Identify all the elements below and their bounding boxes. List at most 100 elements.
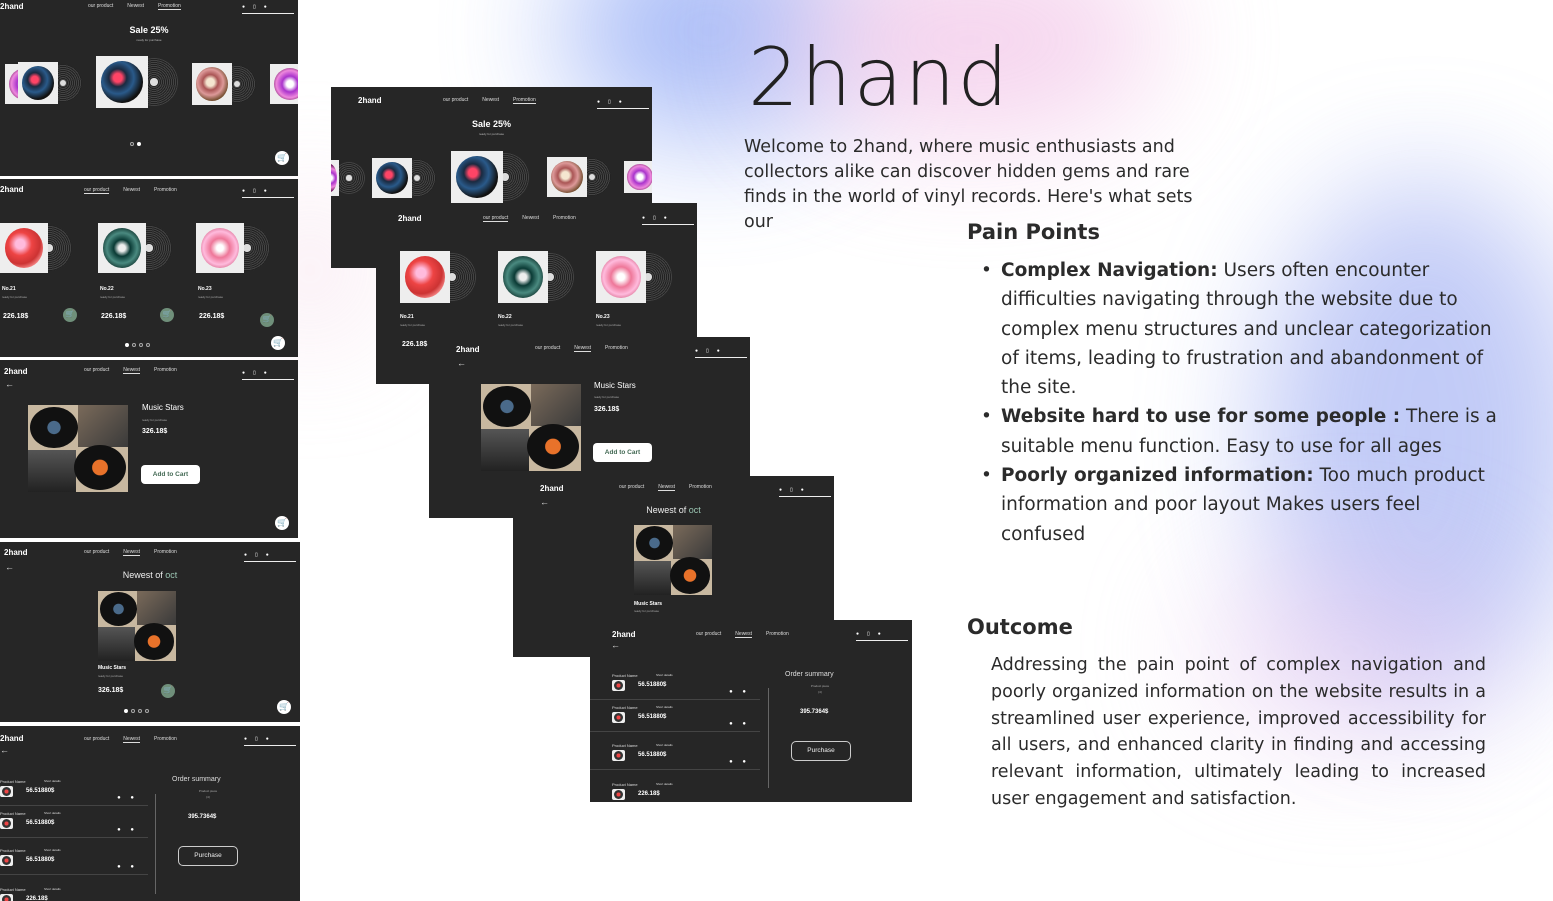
- logo[interactable]: 2hand: [0, 185, 24, 194]
- nav-our-product[interactable]: our product: [483, 215, 509, 222]
- logo[interactable]: 2hand: [0, 2, 24, 11]
- cart-row[interactable]: Product Name Short details 56.51880$ ● ●: [0, 776, 148, 806]
- nav-our-product[interactable]: our product: [84, 736, 109, 743]
- back-arrow-icon[interactable]: ←: [0, 745, 9, 755]
- nav-newest[interactable]: Newest: [127, 3, 144, 10]
- cart-row[interactable]: Product Name Short details 226.18$: [590, 779, 760, 802]
- vinyl-thumb[interactable]: [192, 63, 258, 105]
- settings-icon[interactable]: ●: [664, 215, 667, 221]
- nav-our-product[interactable]: our product: [84, 367, 109, 374]
- nav-promotion[interactable]: Promotion: [689, 484, 712, 491]
- phone-icon[interactable]: ▯: [255, 552, 258, 558]
- cart-row[interactable]: Product Name Short details 226.18$: [0, 884, 148, 901]
- phone-icon[interactable]: ▯: [653, 215, 656, 221]
- nav-newest[interactable]: Newest: [522, 215, 539, 222]
- phone-icon[interactable]: ▯: [255, 736, 258, 742]
- nav-promotion[interactable]: Promotion: [154, 549, 177, 556]
- vinyl-no21[interactable]: [400, 251, 476, 303]
- vinyl-no23[interactable]: [596, 251, 672, 303]
- nav-our-product[interactable]: our product: [84, 549, 109, 556]
- profile-icon[interactable]: ●: [779, 487, 782, 493]
- vinyl-no23[interactable]: [196, 223, 270, 273]
- settings-icon[interactable]: ●: [264, 188, 267, 194]
- nav-our-product[interactable]: our product: [84, 187, 110, 194]
- carousel-dots[interactable]: [130, 142, 141, 146]
- nav-newest[interactable]: Newest: [123, 549, 140, 556]
- add-to-cart-button[interactable]: Add to Cart: [593, 443, 652, 462]
- vinyl-no22[interactable]: [98, 223, 172, 273]
- cart-icon[interactable]: 🛒: [277, 700, 291, 714]
- nav-newest[interactable]: Newest: [735, 631, 752, 638]
- nav-our-product[interactable]: our product: [619, 484, 644, 491]
- cart-row[interactable]: Product Name Short details 56.51880$ ● ●: [590, 670, 760, 700]
- phone-icon[interactable]: ▯: [706, 348, 709, 354]
- logo[interactable]: 2hand: [4, 367, 28, 376]
- nav-promotion[interactable]: Promotion: [157, 3, 181, 10]
- profile-icon[interactable]: ●: [242, 4, 245, 10]
- logo[interactable]: 2hand: [4, 548, 28, 557]
- settings-icon[interactable]: ●: [266, 552, 269, 558]
- profile-icon[interactable]: ●: [695, 348, 698, 354]
- nav-promotion[interactable]: Promotion: [766, 631, 789, 638]
- logo[interactable]: 2hand: [358, 96, 382, 105]
- settings-icon[interactable]: ●: [266, 736, 269, 742]
- back-arrow-icon[interactable]: ←: [5, 379, 14, 389]
- nav-our-product[interactable]: our product: [535, 345, 560, 352]
- settings-icon[interactable]: ●: [264, 370, 267, 376]
- nav-newest[interactable]: Newest: [123, 367, 140, 374]
- vinyl-no22[interactable]: [498, 251, 574, 303]
- phone-icon[interactable]: ▯: [867, 631, 870, 637]
- phone-icon[interactable]: ▯: [608, 99, 611, 105]
- settings-icon[interactable]: ●: [264, 4, 267, 10]
- nav-newest[interactable]: Newest: [123, 187, 140, 194]
- nav-promotion[interactable]: Promotion: [154, 367, 177, 374]
- settings-icon[interactable]: ●: [801, 487, 804, 493]
- phone-icon[interactable]: ▯: [253, 188, 256, 194]
- nav-our-product[interactable]: our product: [88, 3, 113, 10]
- add-cart-icon[interactable]: 🛒: [160, 308, 174, 322]
- nav-promotion[interactable]: Promotion: [154, 187, 177, 194]
- cart-row[interactable]: Product Name Short details 56.51880$ ● ●: [590, 740, 760, 770]
- profile-icon[interactable]: ●: [242, 370, 245, 376]
- add-to-cart-button[interactable]: Add to Cart: [141, 465, 200, 484]
- purchase-button[interactable]: Purchase: [791, 741, 851, 761]
- logo[interactable]: 2hand: [456, 345, 480, 354]
- profile-icon[interactable]: ●: [642, 215, 645, 221]
- phone-icon[interactable]: ▯: [790, 487, 793, 493]
- nav-promotion[interactable]: Promotion: [512, 97, 536, 104]
- back-arrow-icon[interactable]: ←: [457, 358, 466, 368]
- nav-newest[interactable]: Newest: [574, 345, 591, 352]
- carousel-dots[interactable]: [124, 709, 149, 713]
- vinyl-no21[interactable]: [0, 223, 72, 273]
- profile-icon[interactable]: ●: [244, 552, 247, 558]
- logo[interactable]: 2hand: [0, 734, 24, 743]
- nav-promotion[interactable]: Promotion: [605, 345, 628, 352]
- profile-icon[interactable]: ●: [856, 631, 859, 637]
- nav-newest[interactable]: Newest: [658, 484, 675, 491]
- nav-promotion[interactable]: Promotion: [154, 736, 177, 743]
- vinyl-thumb[interactable]: [547, 157, 613, 197]
- nav-promotion[interactable]: Promotion: [553, 215, 576, 222]
- cart-icon[interactable]: 🛒: [275, 151, 289, 165]
- logo[interactable]: 2hand: [540, 484, 564, 493]
- settings-icon[interactable]: ●: [717, 348, 720, 354]
- cart-row[interactable]: Product Name Short details 56.51880$ ● ●: [590, 702, 760, 732]
- logo[interactable]: 2hand: [612, 630, 636, 639]
- cart-row[interactable]: Product Name Short details 56.51880$ ● ●: [0, 845, 148, 875]
- back-arrow-icon[interactable]: ←: [611, 640, 620, 650]
- cart-icon[interactable]: 🛒: [275, 516, 289, 530]
- profile-icon[interactable]: ●: [244, 736, 247, 742]
- vinyl-featured[interactable]: [96, 56, 180, 108]
- profile-icon[interactable]: ●: [597, 99, 600, 105]
- nav-newest[interactable]: Newest: [482, 97, 499, 104]
- settings-icon[interactable]: ●: [619, 99, 622, 105]
- add-cart-icon[interactable]: 🛒: [161, 684, 175, 698]
- vinyl-thumb[interactable]: [331, 160, 365, 196]
- vinyl-featured[interactable]: [451, 151, 531, 203]
- cart-row[interactable]: Product Name Short details 56.51880$ ● ●: [0, 808, 148, 838]
- profile-icon[interactable]: ●: [242, 188, 245, 194]
- cart-icon[interactable]: 🛒: [271, 336, 285, 350]
- add-cart-icon[interactable]: 🛒: [63, 308, 77, 322]
- vinyl-thumb[interactable]: [624, 161, 652, 193]
- add-cart-icon[interactable]: 🛒: [260, 313, 274, 327]
